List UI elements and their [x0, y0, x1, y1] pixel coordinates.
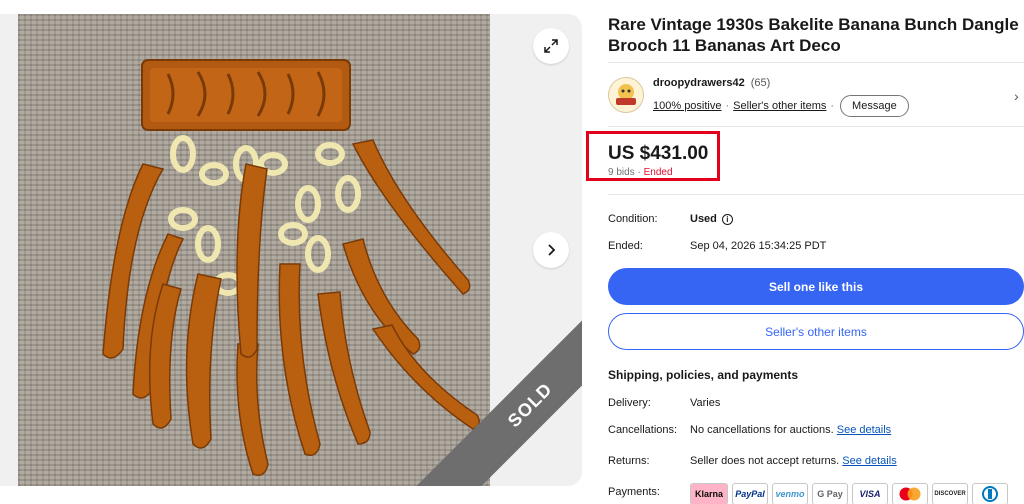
seller-chevron-icon[interactable]: ›: [1014, 88, 1019, 104]
separator: ·: [637, 167, 641, 178]
mastercard-logo: [899, 487, 921, 501]
returns-see-details-link[interactable]: See details: [842, 455, 896, 467]
cancellations-value: No cancellations for auctions. See detai…: [690, 424, 891, 436]
delivery-label: Delivery:: [608, 397, 651, 409]
ended-value: Sep 04, 2026 15:34:25 PDT: [690, 240, 827, 252]
venmo-icon: venmo: [772, 483, 808, 504]
divider: [608, 194, 1024, 195]
delivery-value: Varies: [690, 397, 721, 409]
payment-methods: Klarna PayPal venmo G Pay VISA DISCOVER: [690, 483, 1008, 504]
seller-other-items-link[interactable]: Seller's other items: [733, 100, 826, 112]
info-icon[interactable]: i: [721, 213, 733, 225]
expand-image-button[interactable]: [533, 28, 569, 64]
cancellations-see-details-link[interactable]: See details: [837, 424, 891, 436]
discover-icon: DISCOVER: [932, 483, 968, 504]
payments-label: Payments:: [608, 486, 660, 498]
mastercard-icon: [892, 483, 928, 504]
seller-avatar[interactable]: [608, 77, 644, 113]
sell-one-like-this-button[interactable]: Sell one like this: [608, 268, 1024, 305]
shipping-section-title: Shipping, policies, and payments: [608, 368, 799, 382]
page-title: Rare Vintage 1930s Bakelite Banana Bunch…: [608, 15, 1019, 55]
next-image-button[interactable]: [533, 232, 569, 268]
condition-value: Used i: [690, 213, 733, 225]
ended-status: Ended: [643, 167, 673, 178]
condition-text: Used: [690, 213, 717, 225]
ended-label: Ended:: [608, 240, 643, 252]
paypal-icon: PayPal: [732, 483, 768, 504]
chevron-right-icon: [548, 244, 556, 256]
brooch-image: [102, 59, 480, 476]
seller-name[interactable]: droopydrawers42: [653, 77, 745, 89]
divider: [608, 126, 1024, 127]
separator: ·: [725, 100, 730, 112]
seller-feedback-count: (65): [750, 77, 771, 89]
condition-label: Condition:: [608, 213, 658, 225]
returns-text: Seller does not accept returns.: [690, 455, 840, 467]
price: US $431.00: [608, 143, 709, 164]
returns-label: Returns:: [608, 455, 650, 467]
visa-icon: VISA: [852, 483, 888, 504]
bid-count[interactable]: 9 bids: [608, 167, 635, 178]
message-button[interactable]: Message: [840, 95, 909, 117]
google-pay-icon: G Pay: [812, 483, 848, 504]
divider: [608, 62, 1024, 63]
seller-links: 100% positive · Seller's other items · M…: [653, 95, 909, 117]
item-details: Rare Vintage 1930s Bakelite Banana Bunch…: [586, 0, 1024, 504]
seller-logo-icon: [616, 84, 636, 105]
positive-feedback-link[interactable]: 100% positive: [653, 100, 722, 112]
image-gallery: SOLD: [0, 14, 582, 486]
expand-icon: [544, 39, 558, 53]
returns-value: Seller does not accept returns. See deta…: [690, 455, 897, 467]
bid-status: 9 bids · Ended: [608, 167, 673, 178]
klarna-icon: Klarna: [690, 483, 728, 504]
listing-photo[interactable]: [18, 14, 490, 486]
cancellations-text: No cancellations for auctions.: [690, 424, 834, 436]
cancellations-label: Cancellations:: [608, 424, 678, 436]
diners-logo: [982, 486, 998, 502]
separator: ·: [830, 100, 835, 112]
diners-club-icon: [972, 483, 1008, 504]
sellers-other-items-button[interactable]: Seller's other items: [608, 313, 1024, 350]
sold-label: SOLD: [503, 378, 556, 431]
seller-info: droopydrawers42 (65): [653, 77, 770, 89]
